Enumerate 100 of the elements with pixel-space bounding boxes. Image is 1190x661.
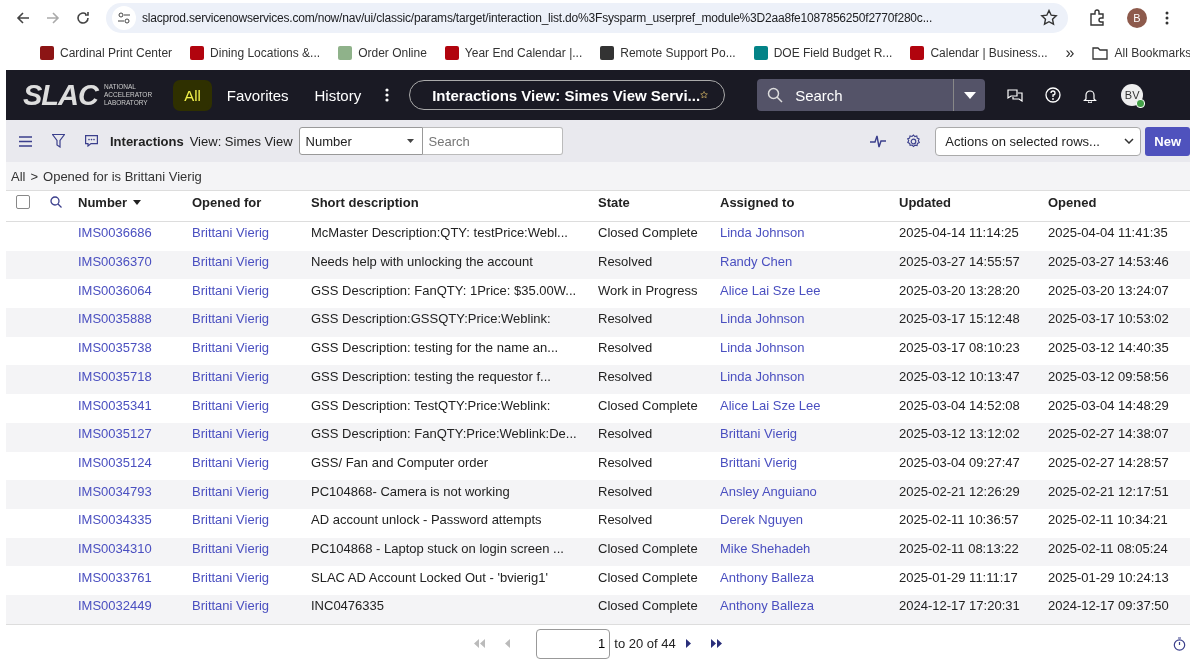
more-bookmarks-button[interactable]: » xyxy=(1065,44,1075,62)
table-link[interactable]: Anthony Balleza xyxy=(720,569,814,585)
table-cell: Resolved xyxy=(598,368,653,384)
search-field[interactable]: Search xyxy=(422,127,563,155)
table-link[interactable]: Brittani Vierig xyxy=(720,454,798,470)
table-cell: 2024-12-17 17:20:31 xyxy=(899,598,1020,614)
table-link[interactable]: IMS0035341 xyxy=(78,397,152,413)
extensions-icon[interactable] xyxy=(1088,9,1106,27)
table-link[interactable]: Brittani Vierig xyxy=(192,225,270,241)
profile-avatar[interactable]: B xyxy=(1127,8,1147,28)
activity-icon[interactable] xyxy=(870,134,887,148)
table-link[interactable]: Linda Johnson xyxy=(720,368,805,384)
last-page-icon[interactable] xyxy=(710,639,722,649)
field-select[interactable]: Number xyxy=(298,127,423,155)
table-link[interactable]: Brittani Vierig xyxy=(192,454,270,470)
column-header[interactable]: Assigned to xyxy=(720,194,795,210)
table-link[interactable]: Mike Shehadeh xyxy=(720,541,811,556)
table-link[interactable]: Brittani Vierig xyxy=(192,598,270,614)
table-link[interactable]: IMS0036370 xyxy=(78,254,152,270)
table-link[interactable]: Brittani Vierig xyxy=(192,397,270,413)
site-settings-icon[interactable] xyxy=(117,11,131,25)
settings-icon[interactable] xyxy=(906,133,922,149)
table-cell: Resolved xyxy=(598,311,653,327)
help-icon[interactable] xyxy=(1045,87,1062,103)
table-link[interactable]: IMS0035124 xyxy=(78,454,152,470)
table-link[interactable]: IMS0035127 xyxy=(78,426,152,442)
table-link[interactable]: Alice Lai Sze Lee xyxy=(720,397,821,413)
table-link[interactable]: Brittani Vierig xyxy=(192,282,270,298)
timer-icon[interactable] xyxy=(1173,636,1186,651)
column-header[interactable]: Opened for xyxy=(192,194,262,210)
page-number-field[interactable]: 1 xyxy=(536,628,611,659)
column-header[interactable]: Short description xyxy=(311,194,419,210)
breadcrumb-link[interactable]: All xyxy=(11,168,26,184)
table-link[interactable]: Brittani Vierig xyxy=(192,483,270,499)
reload-icon[interactable] xyxy=(75,10,91,26)
dropdown-icon[interactable] xyxy=(963,91,976,99)
table-cell: GSS Description: TestQTY:Price:Weblink: xyxy=(311,397,551,413)
table-link[interactable]: Randy Chen xyxy=(720,254,793,270)
bookmark[interactable]: DOE Field Budget R... xyxy=(753,46,893,60)
sort-down-icon[interactable] xyxy=(133,199,142,205)
bookmark[interactable]: Calendar | Business... xyxy=(910,46,1048,60)
table-link[interactable]: Brittani Vierig xyxy=(192,368,270,384)
table-link[interactable]: IMS0032449 xyxy=(78,598,152,614)
table-link[interactable]: Brittani Vierig xyxy=(720,426,798,442)
table-link[interactable]: IMS0035888 xyxy=(78,311,152,327)
breadcrumb-link[interactable]: Opened for is Brittani Vierig xyxy=(43,168,202,184)
nav-tab[interactable]: All xyxy=(176,82,209,108)
bookmark[interactable]: Remote Support Po... xyxy=(600,46,736,60)
new-button[interactable]: New xyxy=(1145,126,1190,156)
table-link[interactable]: IMS0033761 xyxy=(78,569,152,585)
bookmark[interactable]: Dining Locations &... xyxy=(190,46,321,60)
search-icon[interactable] xyxy=(50,196,62,209)
table-link[interactable]: Brittani Vierig xyxy=(192,569,270,585)
menu-icon[interactable] xyxy=(19,135,32,147)
bookmark[interactable]: Order Online xyxy=(338,46,427,60)
next-page-icon[interactable] xyxy=(685,639,691,649)
table-link[interactable]: Ansley Anguiano xyxy=(720,483,817,499)
table-link[interactable]: IMS0034793 xyxy=(78,483,152,499)
nav-tab[interactable]: History xyxy=(306,82,370,108)
more-icon[interactable] xyxy=(385,87,390,103)
table-link[interactable]: Brittani Vierig xyxy=(192,541,270,556)
column-header[interactable]: Number xyxy=(78,194,128,210)
table-link[interactable]: Anthony Balleza xyxy=(720,598,814,614)
table-link[interactable]: Alice Lai Sze Lee xyxy=(720,282,821,298)
column-header[interactable]: Updated xyxy=(899,194,951,210)
table-link[interactable]: Brittani Vierig xyxy=(192,512,270,528)
table-link[interactable]: Brittani Vierig xyxy=(192,311,270,327)
table-link[interactable]: Brittani Vierig xyxy=(192,254,270,270)
table-link[interactable]: IMS0034310 xyxy=(78,541,152,556)
user-avatar[interactable]: BV xyxy=(1121,84,1144,106)
column-header[interactable]: State xyxy=(598,194,630,210)
table-link[interactable]: IMS0035718 xyxy=(78,368,152,384)
comment-icon[interactable] xyxy=(85,135,98,147)
checkbox[interactable] xyxy=(16,195,30,210)
bookmark[interactable]: Year End Calendar |... xyxy=(444,46,583,60)
table-link[interactable]: IMS0035738 xyxy=(78,340,152,356)
notification-icon[interactable] xyxy=(1083,87,1098,103)
column-header[interactable]: Opened xyxy=(1048,194,1097,210)
filter-icon[interactable] xyxy=(52,134,65,148)
table-link[interactable]: Linda Johnson xyxy=(720,311,805,327)
bookmark[interactable]: Cardinal Print Center xyxy=(40,46,173,60)
table-link[interactable]: Brittani Vierig xyxy=(192,426,270,442)
table-link[interactable]: Derek Nguyen xyxy=(720,512,804,528)
actions-select[interactable]: Actions on selected rows... xyxy=(935,126,1142,156)
nav-tab[interactable]: Favorites xyxy=(218,82,297,108)
table-link[interactable]: IMS0036686 xyxy=(78,225,152,241)
table-link[interactable]: Linda Johnson xyxy=(720,225,805,241)
table-link[interactable]: IMS0034335 xyxy=(78,512,152,528)
search-placeholder: Search xyxy=(795,86,843,104)
table-link[interactable]: IMS0036064 xyxy=(78,282,152,298)
table-cell: 2025-03-04 09:27:47 xyxy=(899,454,1020,470)
chat-icon[interactable] xyxy=(1007,88,1024,102)
address-bar[interactable]: slacprod.servicenowservices.com/now/nav/ui/classic/params/target/interaction_list.do%3Fsysparm_userpref_module%3D2aa8fe1087856250f2770f280c... xyxy=(106,3,1068,33)
table-link[interactable]: Linda Johnson xyxy=(720,340,805,356)
search-field[interactable]: Search xyxy=(757,79,986,111)
menu-icon[interactable] xyxy=(1165,10,1169,26)
star-icon[interactable] xyxy=(1040,9,1058,27)
all-bookmarks-button[interactable]: All Bookmarks xyxy=(1092,46,1190,60)
table-link[interactable]: Brittani Vierig xyxy=(192,340,270,356)
back-icon[interactable] xyxy=(15,10,31,26)
